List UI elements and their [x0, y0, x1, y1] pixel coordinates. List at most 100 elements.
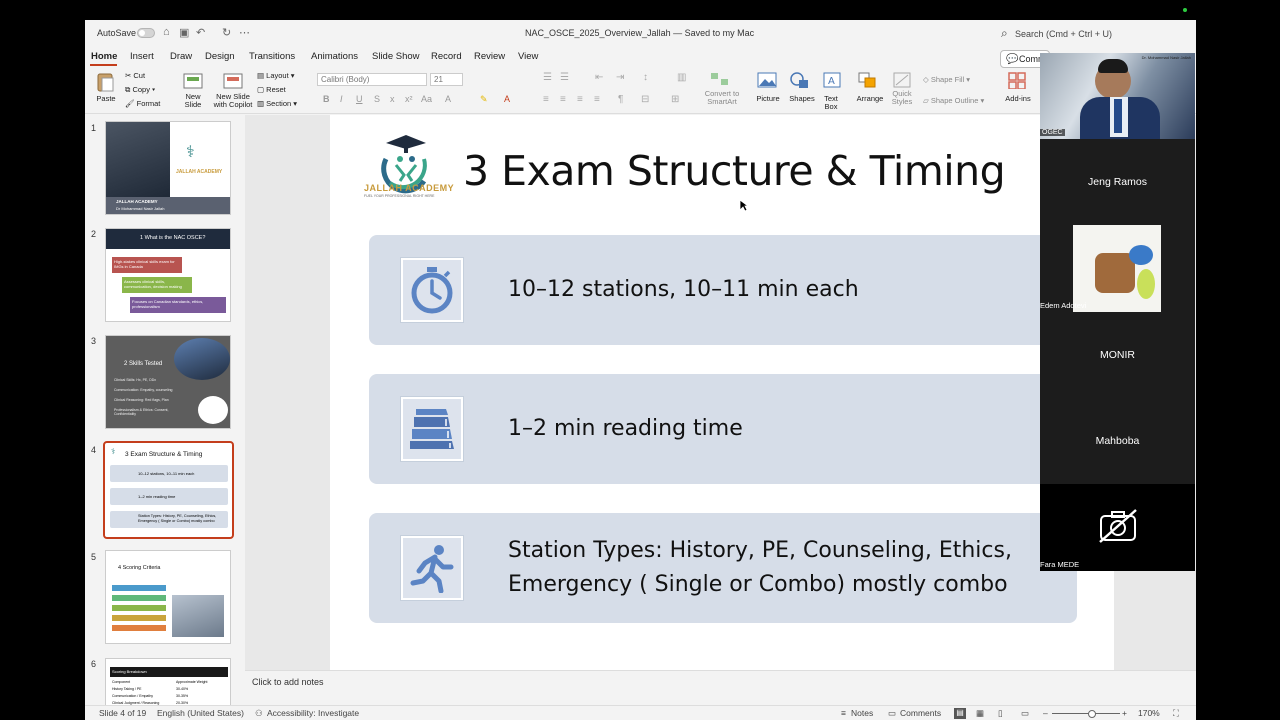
italic-icon[interactable]: I [340, 94, 343, 104]
card-text[interactable]: 10–12 stations, 10–11 min each [508, 273, 859, 307]
layout-button[interactable]: ▤ Layout ▾ [257, 71, 295, 80]
underline-icon[interactable]: U [356, 94, 363, 104]
shapes-button[interactable]: Shapes [785, 94, 819, 103]
text-box-button[interactable]: Text Box [820, 94, 842, 112]
columns-icon[interactable]: ▥ [677, 72, 686, 83]
smartart-icon[interactable] [710, 71, 730, 87]
picture-icon[interactable] [757, 71, 777, 89]
char-spacing-icon[interactable]: Aa [421, 94, 432, 104]
copilot-slide-icon[interactable] [222, 71, 244, 91]
slide-thumbnail-5[interactable]: 4 Scoring Criteria [105, 550, 231, 644]
card-text[interactable]: Station Types: History, PE, Counseling, … [508, 534, 1012, 602]
slide-thumbnails-panel[interactable]: 1 JALLAH ACADEMY Dr Mohammad Nasir Jalla… [85, 115, 245, 705]
vertical-align-icon[interactable]: ⊞ [671, 94, 679, 105]
accessibility-status[interactable]: Accessibility: Investigate [267, 708, 359, 718]
home-icon[interactable]: ⌂ [163, 26, 170, 38]
card-text[interactable]: 1–2 min reading time [508, 412, 743, 446]
increase-indent-icon[interactable]: ⇥ [616, 72, 624, 83]
line-spacing-icon[interactable]: ↕ [643, 72, 648, 83]
zoom-slider-thumb[interactable] [1088, 710, 1096, 718]
shape-fill-button[interactable]: ◇ Shape Fill ▾ [923, 75, 970, 84]
font-color-icon[interactable]: A [504, 94, 510, 104]
justify-icon[interactable]: ≡ [594, 94, 600, 105]
reset-button[interactable]: ▢ Reset [257, 85, 286, 94]
text-direction-icon[interactable]: ¶ [618, 94, 623, 105]
zoom-slider[interactable] [1052, 713, 1120, 714]
change-case-icon[interactable]: A [445, 94, 451, 104]
participant-tile[interactable]: Mahboba [1040, 398, 1195, 484]
quick-styles-button[interactable]: Quick Styles [890, 89, 914, 107]
align-left-icon[interactable]: ≡ [543, 94, 549, 105]
slide-show-icon[interactable]: ▭ [1021, 708, 1029, 719]
align-right-icon[interactable]: ≡ [577, 94, 583, 105]
numbering-icon[interactable]: ☰ [560, 72, 569, 83]
addins-icon[interactable] [1007, 71, 1027, 89]
paste-icon[interactable] [94, 71, 116, 93]
subscript-icon[interactable]: x [390, 94, 395, 104]
zoom-in-icon[interactable]: + [1122, 708, 1127, 718]
tab-slide-show[interactable]: Slide Show [372, 51, 420, 62]
copy-button[interactable]: ⧉ Copy ▾ [125, 85, 155, 95]
participant-tile[interactable]: Jeng Ramos [1040, 139, 1195, 225]
tab-record[interactable]: Record [431, 51, 462, 62]
notes-button[interactable]: Notes [851, 708, 873, 718]
addins-button[interactable]: Add-ins [1003, 94, 1033, 103]
new-slide-icon[interactable] [182, 71, 204, 91]
align-text-icon[interactable]: ⊟ [641, 94, 649, 105]
notes-pane[interactable]: Click to add notes [245, 670, 1196, 705]
comments-status-button[interactable]: Comments [900, 708, 941, 718]
slide-thumbnail-1[interactable]: JALLAH ACADEMY Dr Mohammad Nasir Jallah … [105, 121, 231, 215]
redo-icon[interactable]: ↻ [222, 26, 231, 39]
tab-insert[interactable]: Insert [130, 51, 154, 62]
current-slide[interactable]: JALLAH ACADEMY FUEL YOUR PROFESSIONAL RI… [330, 115, 1114, 670]
presenter-video[interactable]: Dr. Mohammad Nasir Jallah OGEC [1040, 53, 1195, 139]
undo-icon[interactable]: ↶ [196, 26, 205, 39]
arrange-button[interactable]: Arrange [853, 94, 887, 103]
picture-button[interactable]: Picture [753, 94, 783, 103]
align-center-icon[interactable]: ≡ [560, 94, 566, 105]
zoom-level[interactable]: 170% [1138, 708, 1160, 718]
decrease-indent-icon[interactable]: ⇤ [595, 72, 603, 83]
format-painter-button[interactable]: 🖌 Format [125, 99, 160, 108]
tab-draw[interactable]: Draw [170, 51, 192, 62]
bullets-icon[interactable]: ☰ [543, 72, 552, 83]
superscript-icon[interactable]: x² [405, 94, 413, 104]
tab-design[interactable]: Design [205, 51, 235, 62]
strikethrough-icon[interactable]: S [374, 94, 380, 104]
participant-tile[interactable]: MONIR [1040, 312, 1195, 398]
info-card[interactable]: 1–2 min reading time [369, 374, 1077, 484]
slide-thumbnail-3[interactable]: 2 Skills Tested Clinical Skills: Hx, PE,… [105, 335, 231, 429]
paste-button[interactable]: Paste [91, 94, 121, 103]
bold-icon[interactable]: B [323, 94, 330, 104]
info-card[interactable]: 10–12 stations, 10–11 min each [369, 235, 1077, 345]
slide-sorter-icon[interactable]: ▦ [976, 708, 984, 719]
cut-button[interactable]: ✂ Cut [125, 71, 145, 80]
font-name-select[interactable]: Calibri (Body) [317, 73, 427, 86]
normal-view-icon[interactable]: ▤ [954, 708, 966, 719]
info-card[interactable]: Station Types: History, PE, Counseling, … [369, 513, 1077, 623]
new-slide-button[interactable]: New Slide [181, 92, 205, 110]
language-indicator[interactable]: English (United States) [157, 708, 244, 718]
notes-placeholder[interactable]: Click to add notes [252, 677, 324, 687]
quick-styles-icon[interactable] [892, 71, 912, 89]
font-size-select[interactable]: 21 [430, 73, 463, 86]
slide-title[interactable]: 3 Exam Structure & Timing [463, 147, 1006, 195]
section-button[interactable]: ▥ Section ▾ [257, 99, 297, 108]
search-input[interactable]: Search (Cmd + Ctrl + U) [1015, 29, 1112, 39]
text-box-icon[interactable]: A [822, 71, 842, 89]
save-icon[interactable]: ▣ [179, 26, 189, 39]
fit-slide-icon[interactable]: ⛶ [1173, 708, 1179, 719]
tab-home[interactable]: Home [91, 51, 117, 62]
participant-tile[interactable]: Edem Adotevi [1040, 225, 1195, 312]
slide-thumbnail-6[interactable]: Scoring Breakdown Component Approximate … [105, 658, 231, 705]
tab-transitions[interactable]: Transitions [249, 51, 295, 62]
reading-view-icon[interactable]: ▯ [998, 708, 1003, 719]
document-title[interactable]: NAC_OSCE_2025_Overview_Jallah — Saved to… [525, 28, 754, 38]
more-icon[interactable]: ⋯ [239, 26, 250, 39]
tab-review[interactable]: Review [474, 51, 505, 62]
zoom-out-icon[interactable]: – [1043, 708, 1048, 718]
participant-tile[interactable]: Fara MEDE [1040, 484, 1195, 571]
arrange-icon[interactable] [857, 71, 879, 89]
highlight-icon[interactable]: ✎ [480, 94, 488, 105]
shape-outline-button[interactable]: ▱ Shape Outline ▾ [923, 96, 984, 105]
